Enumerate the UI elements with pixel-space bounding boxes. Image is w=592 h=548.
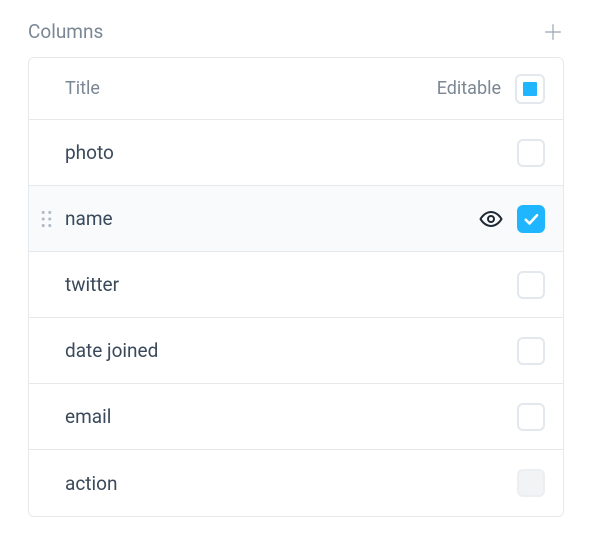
- columns-table: Title Editable photo name: [28, 57, 564, 517]
- section-title: Columns: [28, 20, 103, 43]
- table-row: email: [29, 384, 563, 450]
- editable-checkbox[interactable]: [517, 337, 545, 365]
- eye-icon: [479, 207, 503, 231]
- column-title: email: [65, 405, 517, 428]
- column-title: name: [65, 207, 479, 230]
- table-row: photo: [29, 120, 563, 186]
- section-header: Columns: [28, 20, 564, 43]
- column-title: action: [65, 472, 517, 495]
- editable-checkbox[interactable]: [517, 139, 545, 167]
- table-row: action: [29, 450, 563, 516]
- editable-checkbox[interactable]: [517, 205, 545, 233]
- visibility-toggle[interactable]: [479, 207, 503, 231]
- table-header-row: Title Editable: [29, 58, 563, 120]
- editable-header: Editable: [437, 78, 501, 99]
- drag-handle-icon[interactable]: [41, 210, 52, 228]
- table-row: twitter: [29, 252, 563, 318]
- plus-icon: [542, 21, 564, 43]
- column-title: date joined: [65, 339, 517, 362]
- select-all-checkbox[interactable]: [515, 74, 545, 104]
- indeterminate-indicator: [523, 82, 537, 96]
- check-icon: [522, 210, 540, 228]
- column-title: twitter: [65, 273, 517, 296]
- editable-checkbox[interactable]: [517, 403, 545, 431]
- editable-checkbox[interactable]: [517, 271, 545, 299]
- editable-checkbox[interactable]: [517, 469, 545, 497]
- table-row: date joined: [29, 318, 563, 384]
- add-column-button[interactable]: [542, 21, 564, 43]
- column-title: photo: [65, 141, 517, 164]
- title-header: Title: [65, 78, 437, 99]
- table-row: name: [29, 186, 563, 252]
